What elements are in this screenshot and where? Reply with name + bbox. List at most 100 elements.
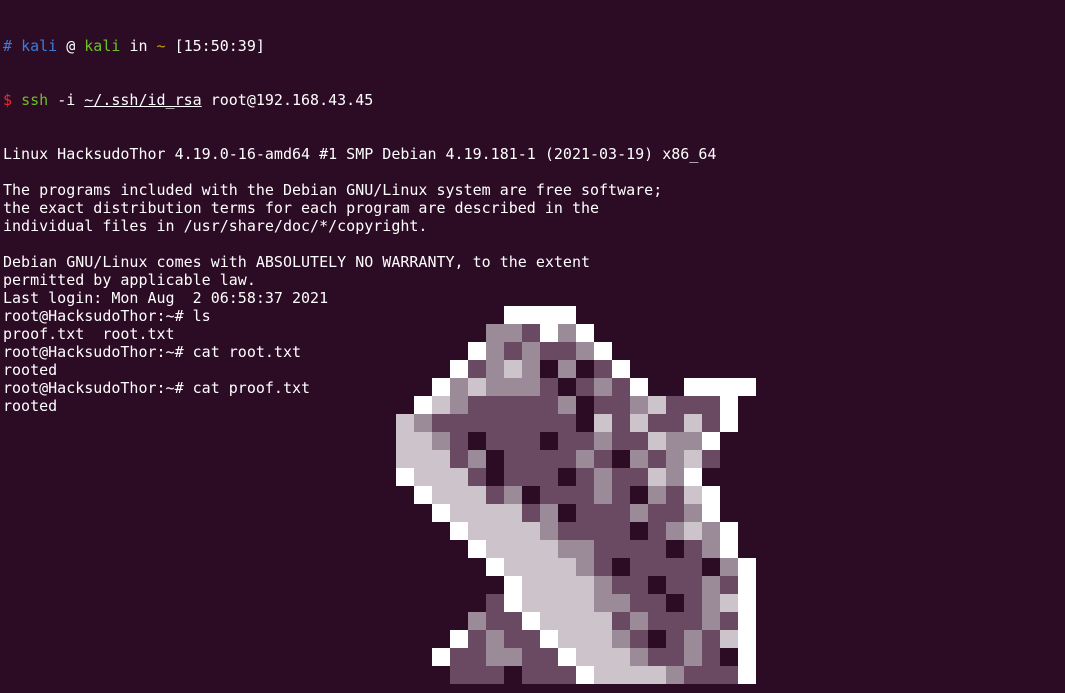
hammer-pixel — [576, 342, 594, 360]
hammer-pixel — [648, 396, 666, 414]
hammer-pixel — [684, 450, 702, 468]
ssh-command-line: $ ssh -i ~/.ssh/id_rsa root@192.168.43.4… — [3, 91, 716, 109]
hammer-pixel — [558, 450, 576, 468]
prompt-in: in — [129, 37, 148, 55]
hammer-pixel — [702, 576, 720, 594]
hammer-pixel — [504, 414, 522, 432]
hammer-pixel — [414, 432, 432, 450]
hammer-pixel — [576, 576, 594, 594]
hammer-pixel — [522, 576, 540, 594]
hammer-pixel — [648, 648, 666, 666]
hammer-pixel — [522, 504, 540, 522]
hammer-pixel — [648, 630, 666, 648]
hammer-pixel — [594, 486, 612, 504]
hammer-pixel — [540, 342, 558, 360]
hammer-pixel — [558, 612, 576, 630]
hammer-pixel — [432, 666, 450, 684]
hammer-pixel — [540, 612, 558, 630]
hammer-pixel — [504, 504, 522, 522]
hammer-pixel — [738, 630, 756, 648]
hammer-pixel — [558, 540, 576, 558]
hammer-pixel — [540, 504, 558, 522]
terminal-output-line: Last login: Mon Aug 2 06:58:37 2021 — [3, 289, 329, 307]
hammer-pixel — [432, 504, 450, 522]
hammer-pixel — [594, 450, 612, 468]
hammer-pixel — [594, 360, 612, 378]
hammer-pixel — [558, 342, 576, 360]
hammer-pixel — [522, 522, 540, 540]
hammer-pixel — [558, 468, 576, 486]
hammer-pixel — [486, 522, 504, 540]
hammer-pixel — [576, 378, 594, 396]
hammer-pixel — [630, 432, 648, 450]
hammer-pixel — [666, 522, 684, 540]
hammer-pixel — [540, 522, 558, 540]
hammer-pixel — [450, 522, 468, 540]
hammer-pixel — [684, 666, 702, 684]
hammer-pixel — [558, 504, 576, 522]
command-key-path[interactable]: ~/.ssh/id_rsa — [84, 91, 201, 109]
hammer-pixel — [738, 648, 756, 666]
prompt-host: kali — [84, 37, 121, 55]
hammer-pixel — [612, 504, 630, 522]
hammer-pixel — [612, 576, 630, 594]
hammer-pixel — [486, 540, 504, 558]
hammer-pixel — [648, 612, 666, 630]
hammer-pixel — [720, 594, 738, 612]
hammer-pixel — [630, 504, 648, 522]
hammer-pixel — [540, 648, 558, 666]
hammer-pixel — [486, 612, 504, 630]
hammer-pixel — [504, 612, 522, 630]
hammer-pixel — [504, 558, 522, 576]
hammer-pixel — [432, 468, 450, 486]
hammer-pixel — [630, 522, 648, 540]
hammer-pixel — [612, 432, 630, 450]
hammer-pixel — [684, 594, 702, 612]
hammer-pixel — [558, 522, 576, 540]
hammer-pixel — [468, 450, 486, 468]
hammer-pixel — [558, 306, 576, 324]
hammer-pixel — [630, 558, 648, 576]
terminal-output-line: individual files in /usr/share/doc/*/cop… — [3, 217, 428, 235]
hammer-pixel — [630, 594, 648, 612]
hammer-pixel — [558, 594, 576, 612]
hammer-pixel — [468, 648, 486, 666]
hammer-pixel — [684, 540, 702, 558]
hammer-pixel — [666, 558, 684, 576]
hammer-pixel — [612, 558, 630, 576]
hammer-pixel — [648, 414, 666, 432]
hammer-pixel — [702, 414, 720, 432]
hammer-pixel — [720, 576, 738, 594]
hammer-pixel — [522, 342, 540, 360]
hammer-pixel — [450, 414, 468, 432]
hammer-pixel — [594, 558, 612, 576]
hammer-pixel — [450, 432, 468, 450]
hammer-pixel — [540, 486, 558, 504]
hammer-pixel — [504, 324, 522, 342]
hammer-pixel — [648, 666, 666, 684]
hammer-pixel — [648, 576, 666, 594]
hammer-pixel — [486, 450, 504, 468]
hammer-pixel — [486, 468, 504, 486]
hammer-pixel — [702, 540, 720, 558]
hammer-pixel — [630, 576, 648, 594]
hammer-pixel — [594, 432, 612, 450]
hammer-pixel — [702, 504, 720, 522]
hammer-pixel — [594, 630, 612, 648]
hammer-pixel — [504, 450, 522, 468]
terminal-output-line: the exact distribution terms for each pr… — [3, 199, 600, 217]
hammer-pixel — [612, 396, 630, 414]
pixel-hammer-mjolnir-icon — [396, 306, 756, 684]
hammer-pixel — [648, 432, 666, 450]
hammer-pixel — [720, 522, 738, 540]
hammer-pixel — [612, 594, 630, 612]
hammer-pixel — [414, 486, 432, 504]
hammer-pixel — [594, 666, 612, 684]
hammer-pixel — [702, 630, 720, 648]
hammer-pixel — [414, 468, 432, 486]
hammer-pixel — [594, 648, 612, 666]
terminal-window[interactable]: # kali @ kali in ~ [15:50:39] $ ssh -i ~… — [0, 0, 1065, 693]
hammer-pixel — [396, 414, 414, 432]
hammer-pixel — [558, 666, 576, 684]
hammer-pixel — [594, 396, 612, 414]
